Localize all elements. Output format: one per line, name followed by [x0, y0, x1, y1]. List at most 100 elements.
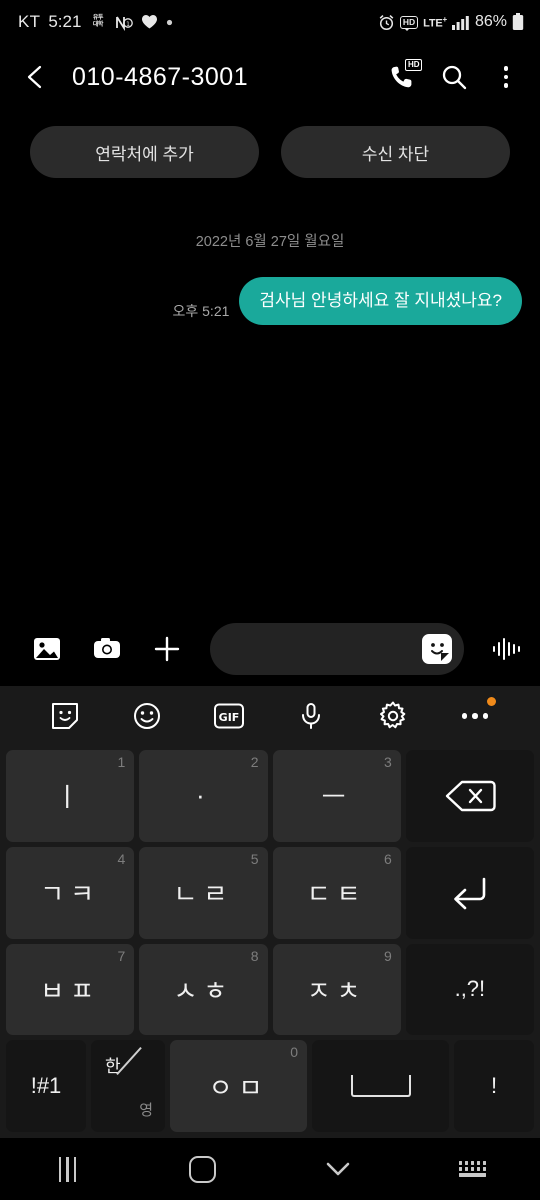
key-number: 4: [117, 850, 126, 867]
emoji-icon: [134, 703, 160, 729]
key-space[interactable]: [312, 1040, 449, 1132]
space-icon: [350, 1075, 411, 1098]
key-label: ㄴㄹ: [173, 879, 234, 910]
phone-screen: KT 5:21 유투 대학 1 HD LTE+ 86% 010-4867-300…: [0, 0, 540, 1200]
key-dot[interactable]: · 2: [139, 750, 268, 842]
keyboard-sticker-button[interactable]: [45, 696, 85, 736]
keyboard-gif-button[interactable]: GIF: [209, 696, 249, 736]
key-punctuation[interactable]: .,?!: [405, 943, 534, 1036]
key-enter[interactable]: [405, 846, 534, 939]
search-icon: [442, 65, 467, 90]
key-siot-hieut[interactable]: ㅅㅎ 8: [139, 943, 268, 1036]
key-digeut-tieut[interactable]: ㄷㅌ 6: [272, 846, 401, 939]
svg-text:1: 1: [127, 20, 131, 27]
message-input-container[interactable]: [210, 623, 464, 675]
home-button[interactable]: [135, 1138, 270, 1200]
dot-icon: [166, 19, 173, 26]
key-vowel-i[interactable]: ㅣ 1: [6, 750, 135, 842]
notification-badge: [487, 697, 496, 706]
more-vertical-icon: [503, 66, 509, 88]
korean-app-icon-line2: 대학: [92, 22, 104, 28]
block-number-button[interactable]: 수신 차단: [281, 126, 510, 178]
image-icon: [34, 638, 60, 660]
heart-icon: [141, 14, 158, 30]
key-number: 6: [383, 850, 392, 867]
camera-icon: [94, 638, 120, 658]
keyboard-keys: ㅣ 1 · 2 ㅡ 3 ㄱㅋ 4 ㄴㄹ 5 ㄷㅌ 6 ㅂㅍ 7 ㅅㅎ 8 ㅈㅊ …: [0, 746, 540, 1138]
keyboard-row-4: !#1 한 영 ㅇㅁ 0 !: [6, 1040, 534, 1132]
add-attachment-button[interactable]: [150, 632, 184, 666]
gallery-button[interactable]: [30, 632, 64, 666]
keyboard-emoji-button[interactable]: [127, 696, 167, 736]
key-bieup-pieup[interactable]: ㅂㅍ 7: [6, 943, 135, 1036]
key-language-toggle[interactable]: 한 영: [91, 1040, 165, 1132]
date-separator: 2022년 6월 27일 월요일: [195, 234, 345, 250]
key-number: 9: [383, 947, 392, 964]
vibrate-icon: 1: [114, 14, 134, 31]
alarm-icon: [378, 14, 395, 31]
key-label: ㄷㅌ: [306, 879, 367, 910]
keyboard-row-2: ㄱㅋ 4 ㄴㄹ 5 ㄷㅌ 6: [6, 846, 534, 939]
keyboard-row-3: ㅂㅍ 7 ㅅㅎ 8 ㅈㅊ 9 .,?!: [6, 943, 534, 1036]
korean-app-icon-line1: 유투: [92, 15, 104, 21]
keyboard-settings-button[interactable]: [373, 696, 413, 736]
plus-icon: [154, 636, 180, 662]
conversation-thread[interactable]: 2022년 6월 27일 월요일 오후 5:21 검사님 안녕하세요 잘 지내셨…: [0, 178, 540, 612]
lte-plus: +: [442, 14, 447, 24]
key-symbols[interactable]: !#1: [6, 1040, 86, 1132]
overflow-menu-button[interactable]: [490, 61, 522, 93]
message-timestamp: 오후 5:21: [172, 303, 230, 319]
keyboard-microphone-button[interactable]: [291, 696, 331, 736]
key-label: ㅂㅍ: [40, 975, 101, 1006]
recents-icon: [58, 1156, 77, 1182]
status-bar: KT 5:21 유투 대학 1 HD LTE+ 86%: [0, 0, 540, 44]
back-button[interactable]: [14, 55, 58, 99]
lte-icon: LTE+: [423, 15, 447, 30]
call-button[interactable]: HD: [386, 59, 422, 93]
camera-button[interactable]: [90, 632, 124, 666]
page-title: 010-4867-3001: [72, 62, 249, 91]
sticker-icon: [52, 703, 78, 729]
add-contact-button[interactable]: 연락처에 추가: [30, 126, 259, 178]
keyboard-more-button[interactable]: [455, 696, 496, 736]
key-label: ㅈㅊ: [306, 975, 367, 1006]
key-nieun-rieul[interactable]: ㄴㄹ 5: [139, 846, 268, 939]
compose-bar: [0, 612, 540, 686]
key-number: 7: [117, 947, 126, 964]
chevron-left-icon: [27, 65, 42, 89]
recents-button[interactable]: [0, 1138, 135, 1200]
language-english-label: 영: [139, 1102, 153, 1119]
enter-icon: [454, 877, 486, 909]
key-ieung-mieum[interactable]: ㅇㅁ 0: [170, 1040, 307, 1132]
keyboard: GIF ㅣ 1 · 2 ㅡ 3 ㄱㅋ 4 ㄴㄹ 5 ㄷㅌ 6 ㅂㅍ 7 ㅅㅎ 8…: [0, 686, 540, 1138]
message-bubble[interactable]: 검사님 안녕하세요 잘 지내셨나요?: [239, 277, 522, 325]
status-time: 5:21: [48, 12, 82, 31]
hide-keyboard-icon: [326, 1162, 349, 1176]
sticker-icon: [425, 637, 449, 661]
message-row: 오후 5:21 검사님 안녕하세요 잘 지내셨나요?: [18, 277, 522, 325]
search-button[interactable]: [438, 61, 470, 93]
keyboard-switch-button[interactable]: [405, 1138, 540, 1200]
keyboard-toolbar: GIF: [0, 686, 540, 746]
hd-icon: HD: [399, 15, 419, 31]
key-giyeok-kieuk[interactable]: ㄱㅋ 4: [6, 846, 135, 939]
carrier-label: KT: [18, 12, 41, 31]
key-backspace[interactable]: [405, 750, 534, 842]
key-number: 0: [290, 1044, 298, 1061]
battery-percent-label: 86%: [474, 13, 507, 30]
key-vowel-eu[interactable]: ㅡ 3: [272, 750, 401, 842]
korean-app-icon: 유투 대학: [89, 14, 106, 31]
key-number: 1: [117, 754, 126, 770]
sticker-button[interactable]: [422, 634, 452, 664]
voice-message-button[interactable]: [490, 632, 524, 666]
keyboard-row-1: ㅣ 1 · 2 ㅡ 3: [6, 750, 534, 842]
microphone-icon: [302, 703, 320, 729]
lte-label: LTE: [423, 17, 443, 30]
back-nav-button[interactable]: [270, 1138, 405, 1200]
key-label: ㅡ: [321, 782, 352, 813]
backspace-icon: [445, 780, 496, 812]
key-jieut-chieut[interactable]: ㅈㅊ 9: [272, 943, 401, 1036]
key-exclamation[interactable]: !: [454, 1040, 534, 1132]
key-number: 8: [250, 947, 259, 964]
voice-waveform-icon: [493, 638, 520, 660]
